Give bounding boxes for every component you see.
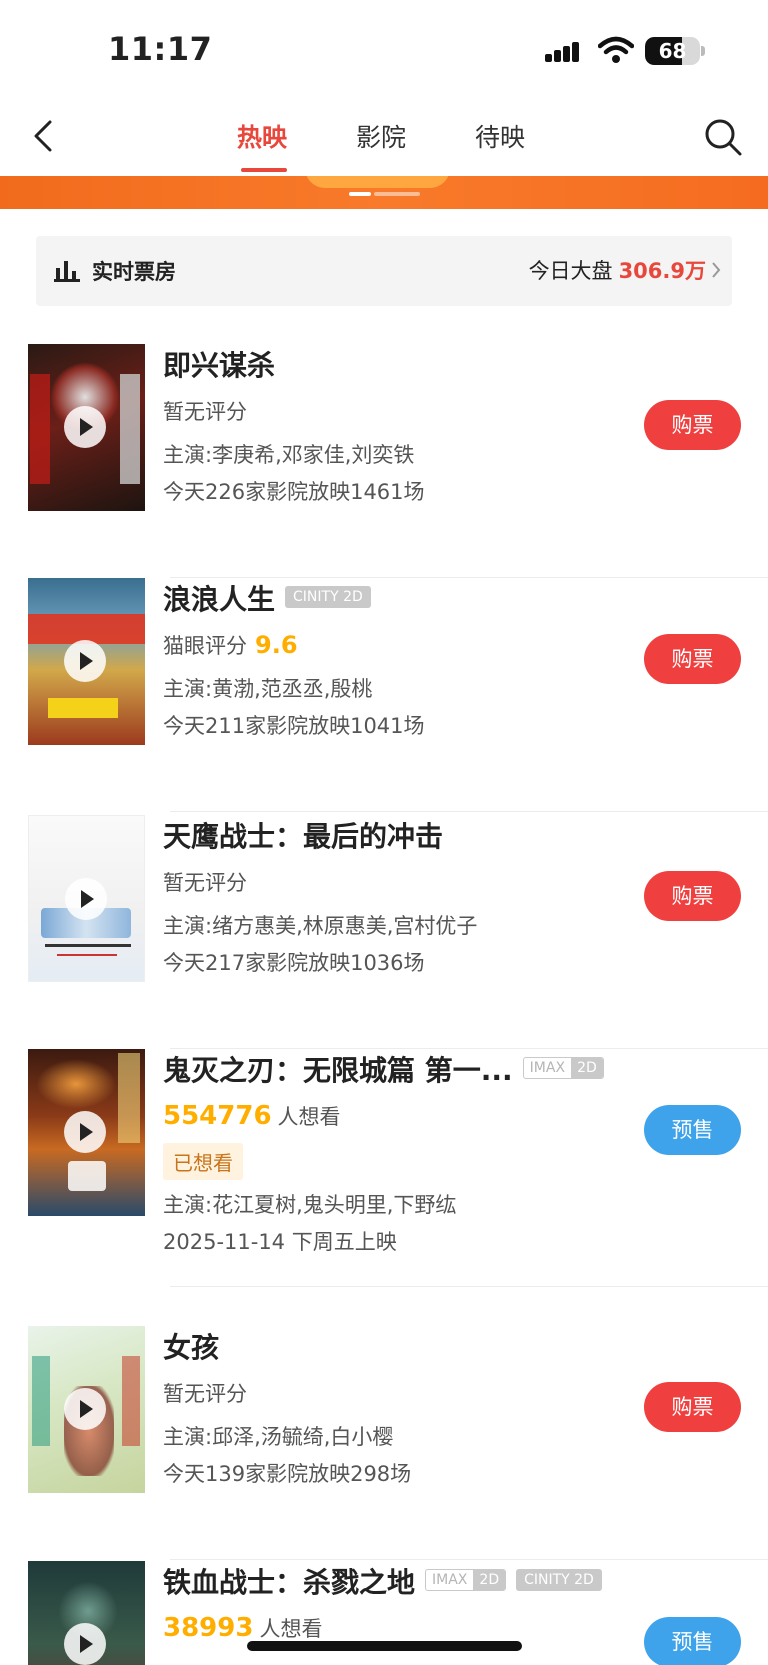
movie-title: 女孩 (163, 1331, 220, 1364)
movie-showings: 今天139家影院放映298场 (163, 1462, 412, 1486)
rating: 猫眼评分 9.6 (163, 630, 298, 660)
bar-chart-icon (54, 261, 80, 282)
imax-2d-tag: IMAX 2D (425, 1569, 507, 1591)
movie-title: 即兴谋杀 (163, 349, 276, 382)
play-icon[interactable] (64, 1623, 106, 1665)
movie-poster[interactable] (28, 1049, 145, 1216)
movie-item[interactable]: 女孩 暂无评分 主演:邱泽,汤毓绮,白小樱 今天139家影院放映298场 购票 (0, 1326, 768, 1560)
search-icon[interactable] (703, 117, 743, 157)
wifi-icon (598, 36, 634, 63)
movie-cast: 主演:黄渤,范丞丞,殷桃 (163, 677, 373, 701)
wish-label: 人想看 (259, 1617, 323, 1641)
wish-count: 38993 人想看 (163, 1613, 322, 1643)
movie-poster[interactable] (28, 1326, 145, 1493)
active-tab-indicator (241, 168, 287, 172)
top-navigation: 热映 影院 待映 (0, 100, 768, 176)
movie-item[interactable]: 浪浪人生 CINITY 2D 猫眼评分 9.6 主演:黄渤,范丞丞,殷桃 今天211… (0, 578, 768, 812)
back-icon[interactable] (30, 116, 60, 156)
format-tag: CINITY 2D (516, 1569, 602, 1591)
movie-poster[interactable] (28, 815, 145, 982)
movie-item[interactable]: 天鹰战士：最后的冲击 暂无评分 主演:绪方惠美,林原惠美,宫村优子 今天217家… (0, 815, 768, 1049)
realtime-box-office[interactable]: 实时票房 今日大盘 306.9万 (36, 236, 732, 306)
buy-ticket-button[interactable]: 购票 (644, 1382, 741, 1432)
status-bar: 11:17 68 (0, 0, 768, 100)
presale-button[interactable]: 预售 (644, 1617, 741, 1665)
play-icon[interactable] (64, 406, 106, 448)
play-icon[interactable] (64, 640, 106, 682)
tab-cinemas[interactable]: 影院 (356, 118, 406, 154)
buy-ticket-button[interactable]: 购票 (644, 871, 741, 921)
movie-cast: 主演:邱泽,汤毓绮,白小樱 (163, 1425, 394, 1449)
battery-cap (701, 46, 705, 56)
movie-title: 浪浪人生 CINITY 2D (163, 578, 371, 618)
movie-item[interactable]: 即兴谋杀 暂无评分 主演:李庚希,邓家佳,刘奕铁 今天226家影院放映1461场… (0, 344, 768, 578)
movie-showings: 今天217家影院放映1036场 (163, 951, 425, 975)
presale-button[interactable]: 预售 (644, 1105, 741, 1155)
movie-title: 铁血战士：杀戮之地 IMAX 2D CINITY 2D (163, 1561, 602, 1601)
movie-title-text: 铁血战士：杀戮之地 (163, 1566, 416, 1599)
wish-number: 554776 (163, 1101, 272, 1131)
movie-poster[interactable] (28, 578, 145, 745)
promo-banner[interactable] (0, 176, 768, 209)
divider (170, 1286, 768, 1287)
rating-text: 暂无评分 (163, 871, 247, 895)
battery-level: 68 (658, 39, 687, 63)
format-tag: CINITY 2D (285, 586, 371, 608)
tab-now-showing[interactable]: 热映 (237, 118, 287, 154)
play-icon[interactable] (65, 878, 107, 920)
home-indicator (247, 1641, 522, 1651)
wished-badge: 已想看 (163, 1143, 243, 1180)
wish-number: 38993 (163, 1613, 254, 1643)
wish-count: 554776 人想看 (163, 1101, 341, 1131)
movie-cast: 主演:绪方惠美,林原惠美,宫村优子 (163, 914, 478, 938)
buy-ticket-button[interactable]: 购票 (644, 634, 741, 684)
buy-ticket-button[interactable]: 购票 (644, 400, 741, 450)
rating-text: 暂无评分 (163, 400, 247, 424)
chevron-right-icon (712, 262, 721, 278)
movie-showings: 今天211家影院放映1041场 (163, 714, 425, 738)
play-icon[interactable] (64, 1111, 106, 1153)
tab-coming-soon[interactable]: 待映 (475, 118, 525, 154)
carousel-dot-active (349, 192, 371, 196)
rating-text: 暂无评分 (163, 1382, 247, 1406)
box-office-label: 今日大盘 (528, 259, 613, 283)
movie-showings: 今天226家影院放映1461场 (163, 480, 425, 504)
wish-label: 人想看 (277, 1105, 341, 1129)
box-office-title: 实时票房 (92, 260, 176, 284)
movie-cast: 主演:花江夏树,鬼头明里,下野纮 (163, 1193, 457, 1217)
status-time: 11:17 (108, 30, 213, 68)
carousel-dot (374, 192, 420, 196)
play-icon[interactable] (64, 1388, 106, 1430)
battery-icon: 68 (645, 37, 700, 65)
movie-title: 天鹰战士：最后的冲击 (163, 820, 444, 853)
movie-poster[interactable] (28, 344, 145, 511)
divider (170, 1559, 768, 1560)
rating-label: 猫眼评分 (163, 634, 247, 658)
movie-cast: 主演:李庚希,邓家佳,刘奕铁 (163, 443, 415, 467)
movie-poster[interactable] (28, 1561, 145, 1665)
movie-title-text: 鬼灭之刃：无限城篇 第一... (163, 1054, 513, 1087)
cellular-signal-icon (545, 42, 579, 62)
movie-item[interactable]: 鬼灭之刃：无限城篇 第一... IMAX 2D 554776 人想看 已想看 主演:花… (0, 1049, 768, 1287)
movie-title-text: 浪浪人生 (163, 583, 276, 616)
divider (170, 811, 768, 812)
box-office-value: 306.9万 (618, 259, 706, 283)
movie-title: 鬼灭之刃：无限城篇 第一... IMAX 2D (163, 1049, 604, 1089)
box-office-total: 今日大盘 306.9万 (529, 255, 706, 285)
release-date: 2025-11-14 下周五上映 (163, 1230, 397, 1254)
imax-2d-tag: IMAX 2D (522, 1057, 604, 1079)
rating-score: 9.6 (255, 631, 298, 659)
